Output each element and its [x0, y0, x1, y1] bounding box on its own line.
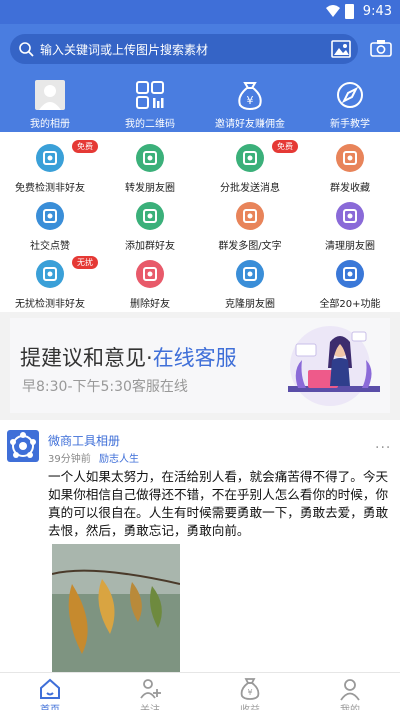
feature-badge: 免费	[72, 140, 98, 153]
feature-label: 群发多图/文字	[218, 241, 282, 252]
profile-icon	[340, 679, 360, 701]
tab-home[interactable]: 首页	[0, 673, 100, 710]
bottom-tab-bar: 首页 关注 ¥ 收益 我的	[0, 672, 400, 710]
customer-service-banner[interactable]: 提建议和意见·在线客服 早8:30-下午5:30客服在线	[10, 318, 390, 413]
feature-label: 添加群好友	[125, 241, 175, 252]
earnings-icon: ¥	[240, 678, 260, 700]
author-logo[interactable]	[7, 430, 39, 462]
qrcode-icon	[136, 81, 164, 109]
social-like-icon	[36, 202, 64, 230]
status-time: 9:43	[362, 4, 392, 19]
compass-icon	[337, 82, 363, 108]
post-image[interactable]	[52, 544, 180, 672]
nav-label: 邀请好友赚佣金	[215, 119, 285, 130]
nav-label: 我的相册	[30, 119, 70, 130]
post-text: 一个人如果太努力，在活给别人看，就会痛苦得不得了。今天如果你相信自己做得还不错，…	[48, 469, 389, 538]
nav-label: 新手教学	[330, 119, 370, 130]
tab-profile[interactable]: 我的	[300, 673, 400, 710]
feature-label: 无扰检测非好友	[15, 299, 85, 310]
author-name[interactable]: 微商工具相册	[48, 432, 120, 449]
post-tag[interactable]: 励志人生	[99, 450, 139, 465]
all-features-icon	[336, 260, 364, 288]
forward-moments-icon	[136, 144, 164, 172]
delete-friends-icon	[136, 260, 164, 288]
group-send-favorites-icon	[336, 144, 364, 172]
post-time: 39分钟前	[48, 454, 91, 465]
free-check-icon	[36, 144, 64, 172]
status-bar: 9:43	[0, 0, 400, 24]
tab-label: 我的	[300, 701, 400, 710]
battery-icon	[345, 4, 354, 19]
feature-label: 转发朋友圈	[125, 183, 175, 194]
feature-label: 清理朋友圈	[325, 241, 375, 252]
silent-check-icon	[36, 260, 64, 288]
feature-label: 全部20+功能	[319, 299, 381, 310]
wifi-icon	[326, 5, 340, 17]
nav-invite-friends[interactable]: ¥ 邀请好友赚佣金	[200, 80, 300, 132]
more-options-icon[interactable]: ···	[375, 440, 391, 456]
customer-service-illustration	[288, 326, 380, 406]
feature-label: 社交点赞	[30, 241, 70, 252]
feature-label: 删除好友	[130, 299, 170, 310]
top-nav: 我的相册 我的二维码 ¥ 邀请好友赚佣金 新手教学	[0, 76, 400, 132]
feature-forward-moments[interactable]: 转发朋友圈	[100, 136, 200, 194]
tab-earnings[interactable]: ¥ 收益	[200, 673, 300, 710]
search-placeholder[interactable]: 输入关键词或上传图片搜索素材	[40, 41, 208, 58]
tab-label: 关注	[100, 701, 200, 710]
image-search-icon[interactable]	[330, 38, 352, 60]
feature-clean-moments[interactable]: 清理朋友圈	[300, 194, 400, 252]
feature-label: 分批发送消息	[220, 183, 280, 194]
nav-tutorial[interactable]: 新手教学	[300, 80, 400, 132]
feature-grid: 免费 免费检测非好友 转发朋友圈 免费 分批发送消息 群发收藏 社交点赞 添加群好友 群发多图/…	[0, 132, 400, 312]
svg-text:¥: ¥	[247, 688, 252, 697]
banner-subtitle: 早8:30-下午5:30客服在线	[22, 379, 188, 395]
add-group-friends-icon	[136, 202, 164, 230]
group-send-media-icon	[236, 202, 264, 230]
home-icon	[40, 678, 60, 699]
feature-silent-check[interactable]: 无扰无扰检测非好友	[0, 252, 100, 310]
feature-add-group-friends[interactable]: 添加群好友	[100, 194, 200, 252]
feature-batch-send[interactable]: 免费分批发送消息	[200, 136, 300, 194]
feature-label: 群发收藏	[330, 183, 370, 194]
search-icon	[19, 42, 34, 57]
money-bag-icon: ¥	[238, 82, 262, 110]
tab-follow[interactable]: 关注	[100, 673, 200, 710]
feed-post[interactable]: 微商工具相册 39分钟前 励志人生 ··· 一个人如果太努力，在活给别人看，就会…	[0, 420, 400, 672]
nav-my-qrcode[interactable]: 我的二维码	[100, 80, 200, 132]
feature-badge: 无扰	[72, 256, 98, 269]
feature-group-send-favorites[interactable]: 群发收藏	[300, 136, 400, 194]
feature-label: 免费检测非好友	[15, 183, 85, 194]
follow-icon	[140, 679, 161, 699]
clean-moments-icon	[336, 202, 364, 230]
header: 输入关键词或上传图片搜索素材 我的相册 我的二维码 ¥ 邀请好友赚佣金 新手教学	[0, 24, 400, 132]
avatar	[35, 80, 65, 110]
clone-moments-icon	[236, 260, 264, 288]
tab-label: 首页	[0, 701, 100, 710]
feature-delete-friends[interactable]: 删除好友	[100, 252, 200, 310]
banner-title: 提建议和意见·在线客服	[20, 346, 237, 370]
feature-clone-moments[interactable]: 克隆朋友圈	[200, 252, 300, 310]
feature-group-send-media[interactable]: 群发多图/文字	[200, 194, 300, 252]
batch-send-icon	[236, 144, 264, 172]
feature-all-features[interactable]: 全部20+功能	[300, 252, 400, 310]
svg-text:¥: ¥	[247, 94, 254, 107]
camera-icon[interactable]	[370, 39, 392, 57]
search-bar[interactable]: 输入关键词或上传图片搜索素材	[10, 34, 358, 64]
feature-social-like[interactable]: 社交点赞	[0, 194, 100, 252]
nav-label: 我的二维码	[125, 119, 175, 130]
feature-label: 克隆朋友圈	[225, 299, 275, 310]
tab-label: 收益	[200, 701, 300, 710]
feature-badge: 免费	[272, 140, 298, 153]
feature-free-check[interactable]: 免费免费检测非好友	[0, 136, 100, 194]
nav-my-album[interactable]: 我的相册	[0, 80, 100, 132]
